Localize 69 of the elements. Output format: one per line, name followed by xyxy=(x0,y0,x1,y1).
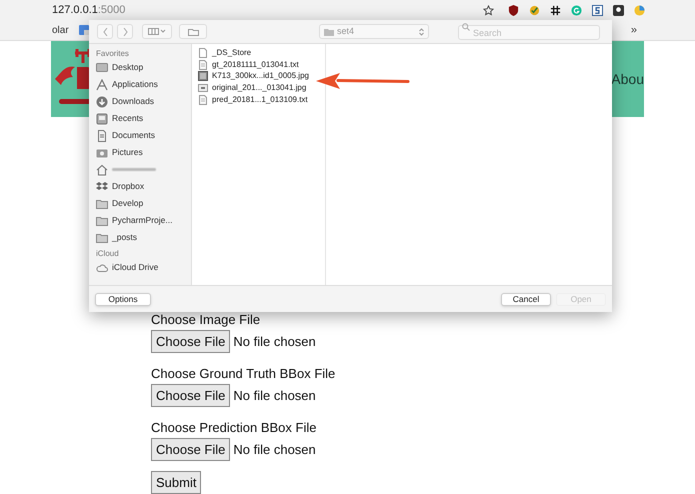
file-item[interactable]: _DS_Store xyxy=(212,46,252,59)
sidebar-item[interactable]: Documents xyxy=(112,129,155,142)
file-status: No file chosen xyxy=(233,332,316,351)
sidebar-item[interactable]: iCloud Drive xyxy=(112,261,158,274)
file-status: No file chosen xyxy=(233,386,316,405)
sidebar-item[interactable]: Applications xyxy=(112,78,158,91)
folder-icon xyxy=(324,28,334,36)
updown-icon xyxy=(419,28,424,36)
columns-icon xyxy=(148,28,166,35)
download-icon[interactable] xyxy=(96,96,108,108)
file-item[interactable]: K713_300kx...id1_0005.jpg xyxy=(212,70,309,82)
sidebar-item[interactable]: Downloads xyxy=(112,95,154,108)
shield-icon[interactable] xyxy=(508,4,519,16)
file-status: No file chosen xyxy=(233,440,316,459)
back-button[interactable] xyxy=(97,24,113,39)
sidebar-item[interactable]: _posts xyxy=(112,231,138,244)
document-icon[interactable] xyxy=(96,130,108,142)
nav-link[interactable]: Abou xyxy=(611,68,644,90)
choose-file-button[interactable]: Choose File xyxy=(151,330,230,353)
file-icon xyxy=(198,94,208,105)
image-file-icon xyxy=(198,82,208,93)
home-icon[interactable] xyxy=(96,164,108,176)
extension-icon[interactable] xyxy=(613,4,624,16)
overflow-chevron[interactable]: » xyxy=(630,22,637,38)
file-item[interactable]: pred_20181...1_013109.txt xyxy=(212,94,308,106)
redacted-label xyxy=(112,168,156,171)
cancel-button[interactable]: Cancel xyxy=(501,292,551,306)
new-folder-button[interactable] xyxy=(179,24,207,39)
search-icon xyxy=(462,23,470,31)
folder-icon[interactable] xyxy=(96,214,108,226)
folder-icon[interactable] xyxy=(96,198,108,210)
extension-icon[interactable] xyxy=(592,4,603,16)
sidebar-item[interactable]: Develop xyxy=(112,197,144,210)
view-button[interactable] xyxy=(142,24,172,39)
sidebar-item[interactable]: Pictures xyxy=(112,146,143,159)
file-icon xyxy=(198,60,208,70)
choose-file-button[interactable]: Choose File xyxy=(151,384,230,407)
sidebar-item[interactable]: Dropbox xyxy=(112,180,144,193)
section-heading: Favorites xyxy=(96,48,130,59)
choose-file-button[interactable]: Choose File xyxy=(151,438,230,461)
file-item[interactable]: gt_20181111_013041.txt xyxy=(212,58,299,71)
submit-button[interactable]: Submit xyxy=(151,471,202,494)
apps-icon[interactable] xyxy=(96,78,108,90)
bookmark-item[interactable]: olar xyxy=(52,22,69,38)
chevron-left-icon xyxy=(102,28,108,36)
image-file-icon xyxy=(198,71,208,82)
folder-icon xyxy=(188,28,198,36)
options-button[interactable]: Options xyxy=(95,292,151,306)
desktop-icon[interactable] xyxy=(96,62,108,74)
sidebar-item[interactable]: Desktop xyxy=(112,61,144,74)
forward-button[interactable] xyxy=(117,24,133,39)
section-heading: iCloud xyxy=(96,248,120,259)
star-icon[interactable] xyxy=(483,4,494,16)
hash-icon[interactable] xyxy=(550,4,561,16)
sidebar-item[interactable]: Recents xyxy=(112,112,144,125)
field-label: Choose Prediction BBox File xyxy=(151,421,318,435)
grammar-icon[interactable] xyxy=(571,4,582,16)
translate-icon[interactable] xyxy=(78,25,89,35)
field-label: Choose Image File xyxy=(151,313,262,327)
sidebar-item[interactable]: PycharmProje... xyxy=(112,214,172,227)
camera-icon[interactable] xyxy=(96,146,108,158)
dropbox-icon[interactable] xyxy=(96,180,108,192)
cloud-icon[interactable] xyxy=(96,262,108,274)
file-item[interactable]: original_201..._013041.jpg xyxy=(212,82,306,94)
chevron-right-icon xyxy=(122,28,128,36)
folder-icon[interactable] xyxy=(96,232,108,244)
field-label: Choose Ground Truth BBox File xyxy=(151,367,336,381)
search-field[interactable]: Search xyxy=(458,25,600,40)
file-icon xyxy=(198,48,208,58)
